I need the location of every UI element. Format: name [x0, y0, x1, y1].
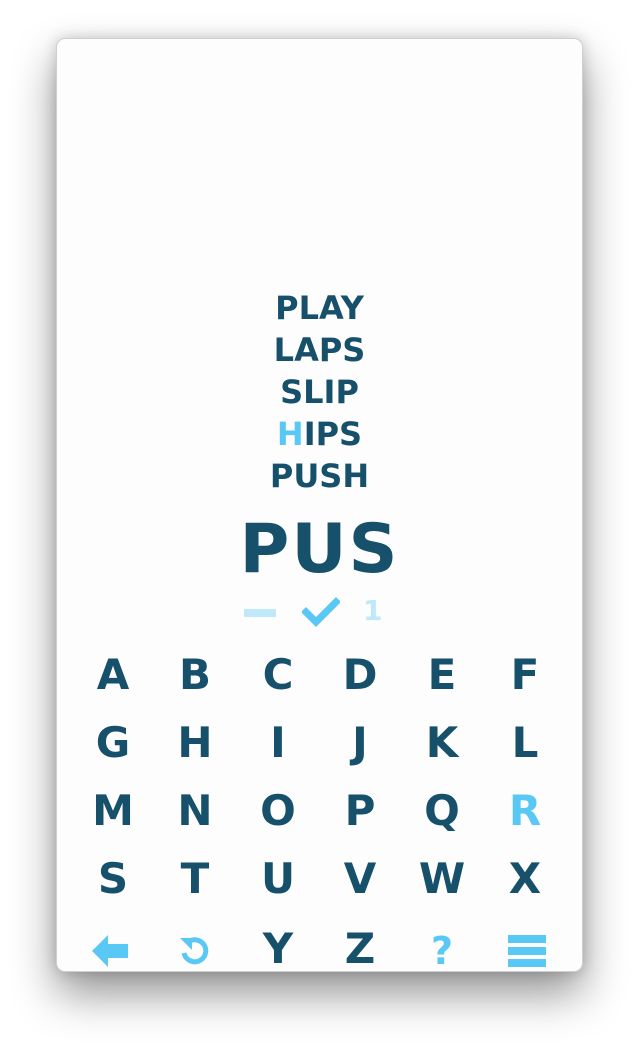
game-window: PLAY LAPS SLIP HIPS PUSH PUS 1 A B C D E… [56, 38, 583, 972]
key-k[interactable]: K [402, 711, 482, 775]
key-e[interactable]: E [402, 643, 482, 707]
undo-icon [180, 937, 209, 965]
history-word: HIPS [276, 415, 363, 453]
key-j[interactable]: J [320, 711, 400, 775]
undo-button[interactable] [155, 919, 235, 971]
key-h[interactable]: H [155, 711, 235, 775]
arrow-left-icon [92, 935, 128, 967]
key-m[interactable]: M [73, 779, 153, 843]
key-q[interactable]: Q [402, 779, 482, 843]
key-p[interactable]: P [320, 779, 400, 843]
key-y[interactable]: Y [238, 917, 318, 971]
word-history: PLAY LAPS SLIP HIPS PUSH [57, 287, 582, 497]
hamburger-menu-icon [508, 935, 546, 967]
key-t[interactable]: T [155, 847, 235, 911]
key-o[interactable]: O [238, 779, 318, 843]
key-r[interactable]: R [485, 779, 565, 843]
checkmark-icon[interactable] [302, 597, 340, 627]
history-word: PUSH [269, 457, 370, 495]
history-word: PLAY [275, 289, 364, 327]
key-s[interactable]: S [73, 847, 153, 911]
key-n[interactable]: N [155, 779, 235, 843]
key-u[interactable]: U [238, 847, 318, 911]
move-count: 1 [363, 594, 383, 627]
key-w[interactable]: W [402, 847, 482, 911]
key-l[interactable]: L [485, 711, 565, 775]
dash-icon[interactable] [244, 609, 276, 617]
history-word: LAPS [273, 331, 366, 369]
help-button[interactable]: ? [402, 919, 482, 972]
key-v[interactable]: V [320, 847, 400, 911]
back-button[interactable] [70, 919, 150, 971]
key-f[interactable]: F [485, 643, 565, 707]
key-x[interactable]: X [485, 847, 565, 911]
question-mark-icon: ? [430, 929, 454, 972]
key-c[interactable]: C [238, 643, 318, 707]
key-g[interactable]: G [73, 711, 153, 775]
key-i[interactable]: I [238, 711, 318, 775]
key-a[interactable]: A [73, 643, 153, 707]
menu-button[interactable] [487, 919, 567, 971]
status-bar: 1 [57, 595, 582, 629]
key-z[interactable]: Z [320, 917, 400, 971]
key-d[interactable]: D [320, 643, 400, 707]
key-b[interactable]: B [155, 643, 235, 707]
history-word: SLIP [280, 373, 359, 411]
current-word: PUS [239, 510, 400, 589]
